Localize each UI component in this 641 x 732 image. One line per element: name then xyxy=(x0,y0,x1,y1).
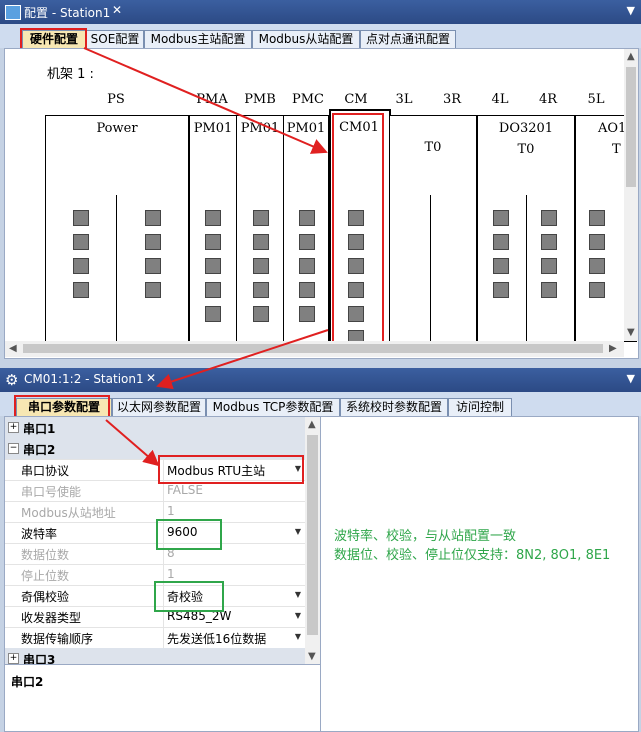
annotation-arrows xyxy=(83,47,329,467)
arrow-cm01-to-window xyxy=(156,329,329,390)
arrow-hw-to-cm01 xyxy=(83,47,328,154)
arrow-tab-to-protocol xyxy=(105,419,160,467)
